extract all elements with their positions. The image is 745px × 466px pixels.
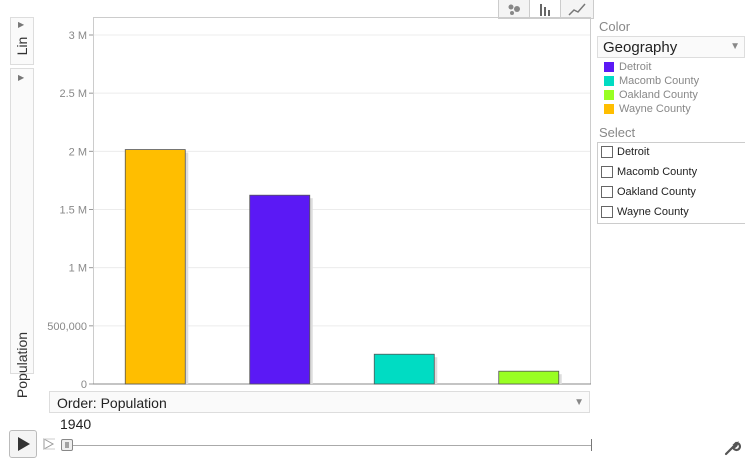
bar-wayne-county[interactable] <box>124 149 186 385</box>
order-dropdown-label: Order: Population <box>57 395 167 411</box>
chevron-down-icon: ▼ <box>730 41 740 52</box>
legend-label: Detroit <box>619 61 652 73</box>
select-item-label: Detroit <box>617 146 650 158</box>
play-icon <box>18 437 30 451</box>
y-tick-label: 2 M <box>69 146 87 158</box>
legend-label: Macomb County <box>619 75 700 87</box>
checkbox[interactable] <box>601 206 613 218</box>
bar-detroit[interactable] <box>249 194 311 385</box>
select-list: Detroit Macomb County Oakland County Wayne … <box>597 142 745 224</box>
y-tick-label: 1 M <box>69 263 87 275</box>
color-dropdown-value: Geography <box>603 39 678 56</box>
y-tick-label: 0 <box>81 379 87 391</box>
y-tick-label: 2.5 M <box>59 88 87 100</box>
legend-swatch <box>604 62 614 72</box>
chevron-down-icon: ▼ <box>574 397 584 408</box>
legend-swatch <box>604 76 614 86</box>
bar-macomb-county[interactable] <box>373 353 435 385</box>
checkbox[interactable] <box>601 146 613 158</box>
timeline-end-tick <box>591 439 592 451</box>
legend-label: Oakland County <box>619 89 698 101</box>
color-dropdown[interactable]: Geography ▼ <box>597 36 745 58</box>
y-tick-label: 500,000 <box>47 321 87 333</box>
legend-swatch <box>604 90 614 100</box>
y-tick-label: 3 M <box>69 30 87 42</box>
select-item-label: Macomb County <box>617 166 698 178</box>
settings-button[interactable] <box>722 438 742 458</box>
checkbox[interactable] <box>601 186 613 198</box>
play-button[interactable] <box>9 430 37 458</box>
legend-swatch <box>604 104 614 114</box>
order-dropdown[interactable]: Order: Population ▼ <box>49 391 590 413</box>
timeline-track[interactable] <box>62 445 591 446</box>
select-item-label: Wayne County <box>617 206 689 218</box>
step-play-icon[interactable] <box>42 436 56 452</box>
select-item-label: Oakland County <box>617 186 696 198</box>
select-heading: Select <box>599 125 636 140</box>
color-heading: Color <box>599 19 631 34</box>
y-tick-label: 1.5 M <box>59 205 87 217</box>
checkbox[interactable] <box>601 166 613 178</box>
timeline-handle[interactable] <box>61 439 73 451</box>
timeline-year: 1940 <box>60 416 92 432</box>
legend-label: Wayne County <box>619 103 691 115</box>
wrench-icon <box>724 440 742 456</box>
bar-oakland-county[interactable] <box>498 370 560 385</box>
